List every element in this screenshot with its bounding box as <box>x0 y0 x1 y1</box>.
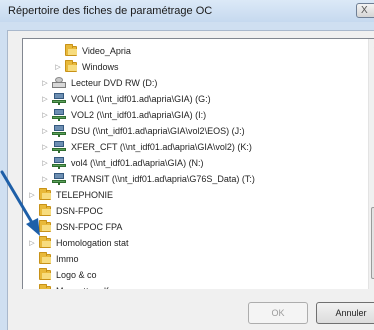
expand-toggle-icon[interactable]: ▷ <box>40 95 50 103</box>
tree-item-label: Windows <box>82 62 119 72</box>
tree-item[interactable]: ▷ XFER_CFT (\\nt_idf01.ad\apria\GIA\vol2)… <box>40 139 252 155</box>
title-bar[interactable]: Répertoire des fiches de paramétrage OC … <box>0 0 374 22</box>
expand-toggle-icon[interactable]: ▷ <box>40 111 50 119</box>
cancel-button[interactable]: Annuler <box>316 302 374 324</box>
window-title: Répertoire des fiches de paramétrage OC <box>8 5 213 17</box>
folder-icon <box>65 60 77 72</box>
tree-item[interactable]: ▷ DSU (\\nt_idf01.ad\apria\GIA\vol2\EOS) … <box>40 123 245 139</box>
tree-item[interactable]: Maquette pdf <box>27 283 109 289</box>
tree-item-label: Maquette pdf <box>56 286 109 289</box>
ok-button[interactable]: OK <box>248 302 308 324</box>
annotation-arrow-icon <box>0 170 40 236</box>
folder-icon <box>65 44 77 56</box>
folder-tree[interactable]: Video_Apria ▷ Windows ▷ Lecteur DVD RW (D:) ▷… <box>22 38 374 289</box>
tree-item-label: Homologation stat <box>56 238 129 248</box>
tree-item-label: DSN-FPOC <box>56 206 103 216</box>
tree-item[interactable]: ▷ Windows <box>53 59 119 75</box>
tree-item[interactable]: ▷ VOL2 (\\nt_idf01.ad\apria\GIA) (I:) <box>40 107 206 123</box>
expand-toggle-icon[interactable]: ▷ <box>40 79 50 87</box>
tree-item[interactable]: ▷ vol4 (\\nt_idf01.ad\apria\GIA) (N:) <box>40 155 204 171</box>
tree-item[interactable]: Immo <box>27 251 79 267</box>
tree-item[interactable]: Video_Apria <box>53 43 131 59</box>
tree-item[interactable]: ▷ TRANSIT (\\nt_idf01.ad\apria\G76S_Data)… <box>40 171 255 187</box>
tree-scrollbar[interactable]: ▲ ≡ ▼ <box>368 39 374 289</box>
network-drive-icon <box>52 141 66 153</box>
dialog-window: Répertoire des fiches de paramétrage OC … <box>0 0 374 330</box>
folder-icon <box>39 284 51 289</box>
network-drive-icon <box>52 109 66 121</box>
dvd-drive-icon <box>52 77 66 89</box>
expand-toggle-icon[interactable]: ▷ <box>27 239 37 247</box>
network-drive-icon <box>52 93 66 105</box>
dialog-client-area: Video_Apria ▷ Windows ▷ Lecteur DVD RW (D:) ▷… <box>7 30 374 330</box>
tree-item-label: DSU (\\nt_idf01.ad\apria\GIA\vol2\EOS) (… <box>71 126 245 136</box>
tree-item[interactable]: ▷ Lecteur DVD RW (D:) <box>40 75 157 91</box>
tree-item[interactable]: Logo & co <box>27 267 97 283</box>
tree-item-label: TRANSIT (\\nt_idf01.ad\apria\G76S_Data) … <box>71 174 255 184</box>
tree-item[interactable]: ▷ VOL1 (\\nt_idf01.ad\apria\GIA) (G:) <box>40 91 211 107</box>
tree-item-label: Logo & co <box>56 270 97 280</box>
tree-item-label: Immo <box>56 254 79 264</box>
tree-item-label: Lecteur DVD RW (D:) <box>71 78 158 88</box>
tree-item-label: Video_Apria <box>82 46 131 56</box>
expand-toggle-icon[interactable]: ▷ <box>53 63 63 71</box>
scroll-up-button[interactable]: ▲ <box>369 41 374 53</box>
close-button[interactable]: X <box>356 3 374 18</box>
tree-item-label: DSN-FPOC FPA <box>56 222 123 232</box>
tree-item-label: vol4 (\\nt_idf01.ad\apria\GIA) (N:) <box>71 158 204 168</box>
expand-toggle-icon[interactable]: ▷ <box>40 143 50 151</box>
folder-icon <box>39 252 51 264</box>
network-drive-icon <box>52 157 66 169</box>
tree-item-label: VOL1 (\\nt_idf01.ad\apria\GIA) (G:) <box>71 94 211 104</box>
tree-item-label: VOL2 (\\nt_idf01.ad\apria\GIA) (I:) <box>71 110 207 120</box>
tree-item-label: XFER_CFT (\\nt_idf01.ad\apria\GIA\vol2) … <box>71 142 252 152</box>
tree-item-label: TELEPHONIE <box>56 190 114 200</box>
network-drive-icon <box>52 173 66 185</box>
folder-icon <box>39 268 51 280</box>
scroll-down-button[interactable]: ▼ <box>369 275 374 287</box>
expand-toggle-icon[interactable]: ▷ <box>40 159 50 167</box>
network-drive-icon <box>52 125 66 137</box>
expand-toggle-icon[interactable]: ▷ <box>40 127 50 135</box>
